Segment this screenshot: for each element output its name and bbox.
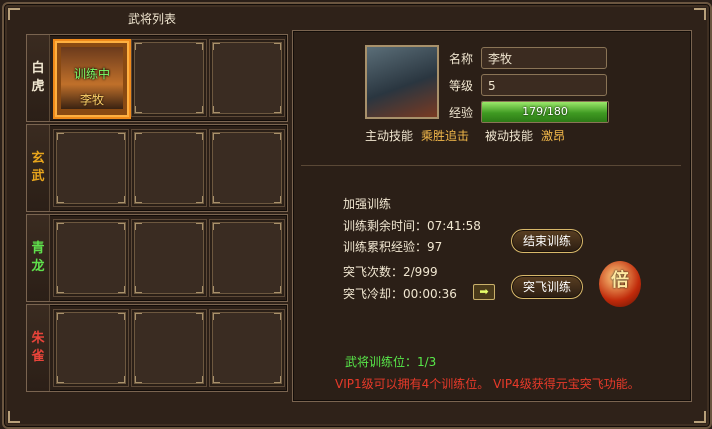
group-baihu: 白 虎 训练中 李牧 [26, 34, 288, 122]
hero-slot[interactable] [131, 129, 207, 207]
group-label: 朱 雀 [27, 305, 50, 391]
hero-level-field: 5 [481, 74, 607, 96]
end-training-button[interactable]: 结束训练 [511, 229, 583, 253]
hero-slot[interactable] [209, 219, 285, 297]
breakthrough-count: 突飞次数：2/999 [343, 265, 438, 279]
exp-label: 经验 [449, 106, 474, 120]
exp-text: 179/180 [522, 105, 568, 118]
group-label-char: 朱 [31, 331, 45, 346]
name-label: 名称 [449, 52, 474, 66]
panel-title: 武将列表 [128, 12, 177, 26]
frame-corner [8, 8, 20, 20]
hero-slot[interactable] [209, 39, 285, 117]
training-slots: 武将训练位：1/3 [345, 355, 437, 369]
frame-corner [694, 411, 706, 423]
hero-slot[interactable] [53, 129, 129, 207]
group-label: 青 龙 [27, 215, 50, 301]
divider [301, 165, 681, 166]
hero-slot[interactable] [53, 219, 129, 297]
hero-slot[interactable] [53, 309, 129, 387]
hero-slot[interactable] [209, 129, 285, 207]
group-xuanwu: 玄 武 [26, 124, 288, 212]
double-bonus-icon[interactable]: 倍 [599, 261, 641, 307]
vip-note: VIP1级可以拥有4个训练位。 VIP4级获得元宝突飞功能。 [335, 377, 640, 391]
hero-slot[interactable] [131, 309, 207, 387]
hero-slot[interactable] [209, 309, 285, 387]
hero-slot[interactable] [131, 39, 207, 117]
group-zhuque: 朱 雀 [26, 304, 288, 392]
exp-bar: 179/180 [481, 101, 609, 123]
frame-corner [8, 411, 20, 423]
group-label-char: 虎 [31, 79, 45, 94]
training-accumulated: 训练累积经验：97 [343, 240, 443, 254]
arrow-right-icon[interactable]: ➡ [473, 284, 495, 300]
hero-slot[interactable] [131, 219, 207, 297]
hero-detail-panel: 名称 李牧 等级 5 经验 179/180 主动技能 乘胜追击 被动技能 激昂 … [292, 30, 692, 402]
group-label: 玄 武 [27, 125, 50, 211]
hero-name-field: 李牧 [481, 47, 607, 69]
active-skill-name[interactable]: 乘胜追击 [421, 127, 469, 144]
group-label-char: 白 [31, 61, 45, 76]
group-qinglong: 青 龙 [26, 214, 288, 302]
group-label-char: 青 [31, 241, 45, 256]
hero-name-small: 李牧 [79, 93, 104, 107]
group-label-char: 龙 [31, 259, 45, 274]
group-label-char: 玄 [31, 151, 45, 166]
hero-slot-active[interactable]: 训练中 李牧 [53, 39, 131, 119]
group-label-char: 武 [31, 169, 45, 184]
breakthrough-training-button[interactable]: 突飞训练 [511, 275, 583, 299]
passive-skill-label: 被动技能 [485, 129, 534, 143]
active-skill-label: 主动技能 [365, 129, 414, 143]
training-remaining: 训练剩余时间：07:41:58 [343, 219, 481, 233]
group-label-char: 雀 [31, 349, 45, 364]
hero-avatar [365, 45, 439, 119]
training-header: 加强训练 [343, 197, 392, 211]
level-label: 等级 [449, 79, 474, 93]
group-label: 白 虎 [27, 35, 50, 121]
passive-skill-name[interactable]: 激昂 [541, 127, 565, 144]
frame-corner [694, 8, 706, 20]
breakthrough-cooldown: 突飞冷却：00:00:36 [343, 287, 457, 301]
training-status-text: 训练中 [73, 67, 110, 81]
